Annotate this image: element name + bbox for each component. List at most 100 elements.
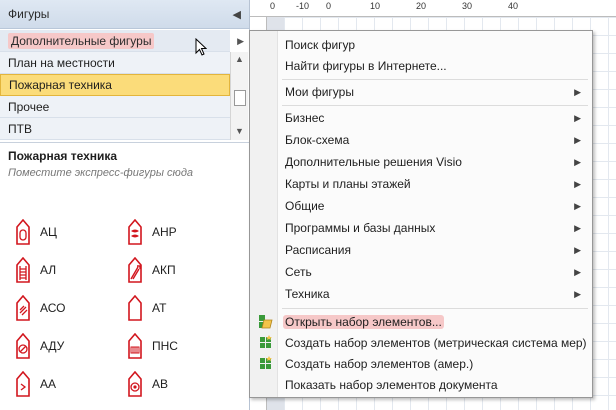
menu-item-software-db[interactable]: Программы и базы данных ▶ (251, 217, 591, 238)
scrollbar-thumb[interactable] (234, 90, 246, 106)
menu-separator (282, 308, 588, 309)
menu-separator (282, 105, 588, 106)
shape-grid: АЦ АНР АЛ АКП АСО АТ АДУ ПНС АА АВ (0, 210, 250, 410)
menu-item-label: Техника (285, 286, 330, 301)
fire-aerial-lift-icon (128, 257, 142, 283)
shape-item[interactable]: АЦ (14, 218, 124, 246)
menu-item-visio-extras[interactable]: Дополнительные решения Visio ▶ (251, 151, 591, 172)
shape-item[interactable]: АЛ (14, 256, 124, 284)
open-stencil-icon (259, 315, 273, 329)
shape-item[interactable]: АКП (126, 256, 236, 284)
menu-item-label: Расписания (285, 242, 351, 257)
stencil-item-fire-equipment[interactable]: Пожарная техника (0, 74, 230, 96)
lighting-vehicle-icon (16, 295, 30, 321)
menu-item-label: Программы и базы данных (285, 220, 436, 235)
shape-item[interactable]: ПНС (126, 332, 236, 360)
menu-item-network[interactable]: Сеть ▶ (251, 261, 591, 282)
menu-item-label: Мои фигуры (285, 84, 354, 99)
ruler-label: 20 (416, 1, 427, 11)
water-foam-vehicle-icon (128, 371, 142, 397)
ruler-label: 40 (508, 1, 519, 11)
chevron-right-icon: ▶ (574, 135, 581, 145)
chevron-right-icon: ▶ (574, 223, 581, 233)
chevron-right-icon: ▶ (574, 201, 581, 211)
shape-item[interactable]: АСО (14, 294, 124, 322)
menu-item-label: Дополнительные решения Visio (285, 154, 462, 169)
technical-service-vehicle-icon (128, 295, 142, 321)
stencil-list-scrollbar[interactable]: ▲ ▼ (230, 52, 248, 140)
shape-label: АНР (152, 225, 177, 239)
menu-item-label: Открыть набор элементов... (283, 314, 444, 329)
fire-ladder-truck-icon (16, 257, 30, 283)
shape-label: АВ (152, 377, 169, 391)
chevron-right-icon: ▶ (574, 289, 581, 299)
shape-item[interactable]: АНР (126, 218, 236, 246)
shape-label: АКП (152, 263, 176, 277)
menu-item-schedules[interactable]: Расписания ▶ (251, 239, 591, 260)
stencil-title: Пожарная техника (8, 149, 118, 163)
menu-item-label: Поиск фигур (285, 37, 356, 52)
menu-item-label: Создать набор элементов (метрическая сис… (285, 335, 587, 350)
chevron-right-icon: ▶ (574, 87, 581, 97)
menu-item-new-stencil-us[interactable]: Создать набор элементов (амер.) (251, 353, 591, 374)
stencil-item-label: Пожарная техника (9, 78, 112, 92)
shape-item[interactable]: АА (14, 370, 124, 398)
shape-item[interactable]: АДУ (14, 332, 124, 360)
context-menu: Поиск фигур Найти фигуры в Интернете... … (249, 30, 593, 398)
stencil-item-ptv[interactable]: ПТВ (0, 118, 230, 140)
menu-item-engineering[interactable]: Техника ▶ (251, 283, 591, 304)
menu-item-general[interactable]: Общие ▶ (251, 195, 591, 216)
shape-label: ПНС (152, 339, 178, 353)
pane-title: Фигуры (8, 7, 50, 21)
chevron-right-icon: ▶ (574, 179, 581, 189)
menu-item-label: Карты и планы этажей (285, 176, 411, 191)
menu-item-open-stencil[interactable]: Открыть набор элементов... (251, 311, 591, 332)
scroll-down-icon[interactable]: ▼ (235, 126, 244, 136)
menu-item-find-online[interactable]: Найти фигуры в Интернете... (251, 55, 591, 76)
stencil-item-other[interactable]: Прочее (0, 96, 230, 118)
menu-item-label: Показать набор элементов документа (285, 377, 498, 392)
shape-label: АЛ (40, 263, 57, 277)
stencil-item-label: ПТВ (8, 121, 32, 136)
menu-item-show-document-stencil[interactable]: Показать набор элементов документа (251, 374, 591, 395)
shapes-pane: Фигуры ◀ Дополнительные фигуры ▶ План на… (0, 0, 250, 410)
chevron-right-icon: ▶ (237, 36, 244, 46)
stencil-list: Дополнительные фигуры ▶ План на местност… (0, 30, 250, 142)
shape-label: АТ (152, 301, 167, 315)
shape-label: АЦ (40, 225, 57, 239)
menu-item-label: Блок-схема (285, 132, 350, 147)
smoke-removal-vehicle-icon (16, 333, 30, 359)
menu-item-business[interactable]: Бизнес ▶ (251, 107, 591, 128)
stencil-info: Пожарная техника Поместите экспресс-фигу… (0, 142, 250, 192)
menu-item-label: Сеть (285, 264, 312, 279)
chevron-left-icon[interactable]: ◀ (233, 8, 241, 21)
menu-item-label: Общие (285, 198, 325, 213)
shape-item[interactable]: АВ (126, 370, 236, 398)
pump-station-icon (128, 333, 142, 359)
menu-item-new-stencil-metric[interactable]: Создать набор элементов (метрическая сис… (251, 332, 591, 353)
menu-item-my-shapes[interactable]: Мои фигуры ▶ (251, 81, 591, 102)
ruler-label: 30 (462, 1, 473, 11)
menu-item-maps-floorplans[interactable]: Карты и планы этажей ▶ (251, 173, 591, 194)
shape-label: АА (40, 377, 57, 391)
ruler-label: 0 (270, 1, 276, 11)
chevron-right-icon: ▶ (574, 157, 581, 167)
chevron-right-icon: ▶ (574, 113, 581, 123)
horizontal-ruler: 0 -10 0 10 20 30 40 (250, 0, 616, 17)
fire-truck-tanker-icon (16, 219, 30, 245)
menu-item-label: Бизнес (285, 110, 325, 125)
stencil-item-label: Прочее (8, 99, 50, 114)
ruler-label: 10 (370, 1, 381, 11)
shape-label: АДУ (40, 339, 65, 353)
scroll-up-icon[interactable]: ▲ (235, 54, 244, 64)
menu-item-search-shapes[interactable]: Поиск фигур (251, 34, 591, 55)
new-stencil-us-icon (260, 356, 272, 369)
menu-item-flowchart[interactable]: Блок-схема ▶ (251, 129, 591, 150)
chevron-right-icon: ▶ (574, 245, 581, 255)
ruler-label: 0 (326, 1, 332, 11)
shape-item[interactable]: АТ (126, 294, 236, 322)
menu-item-label: Найти фигуры в Интернете... (285, 58, 447, 73)
new-stencil-metric-icon (260, 335, 272, 348)
pane-header: Фигуры ◀ (0, 0, 249, 29)
stencil-hint: Поместите экспресс-фигуры сюда (8, 167, 194, 179)
